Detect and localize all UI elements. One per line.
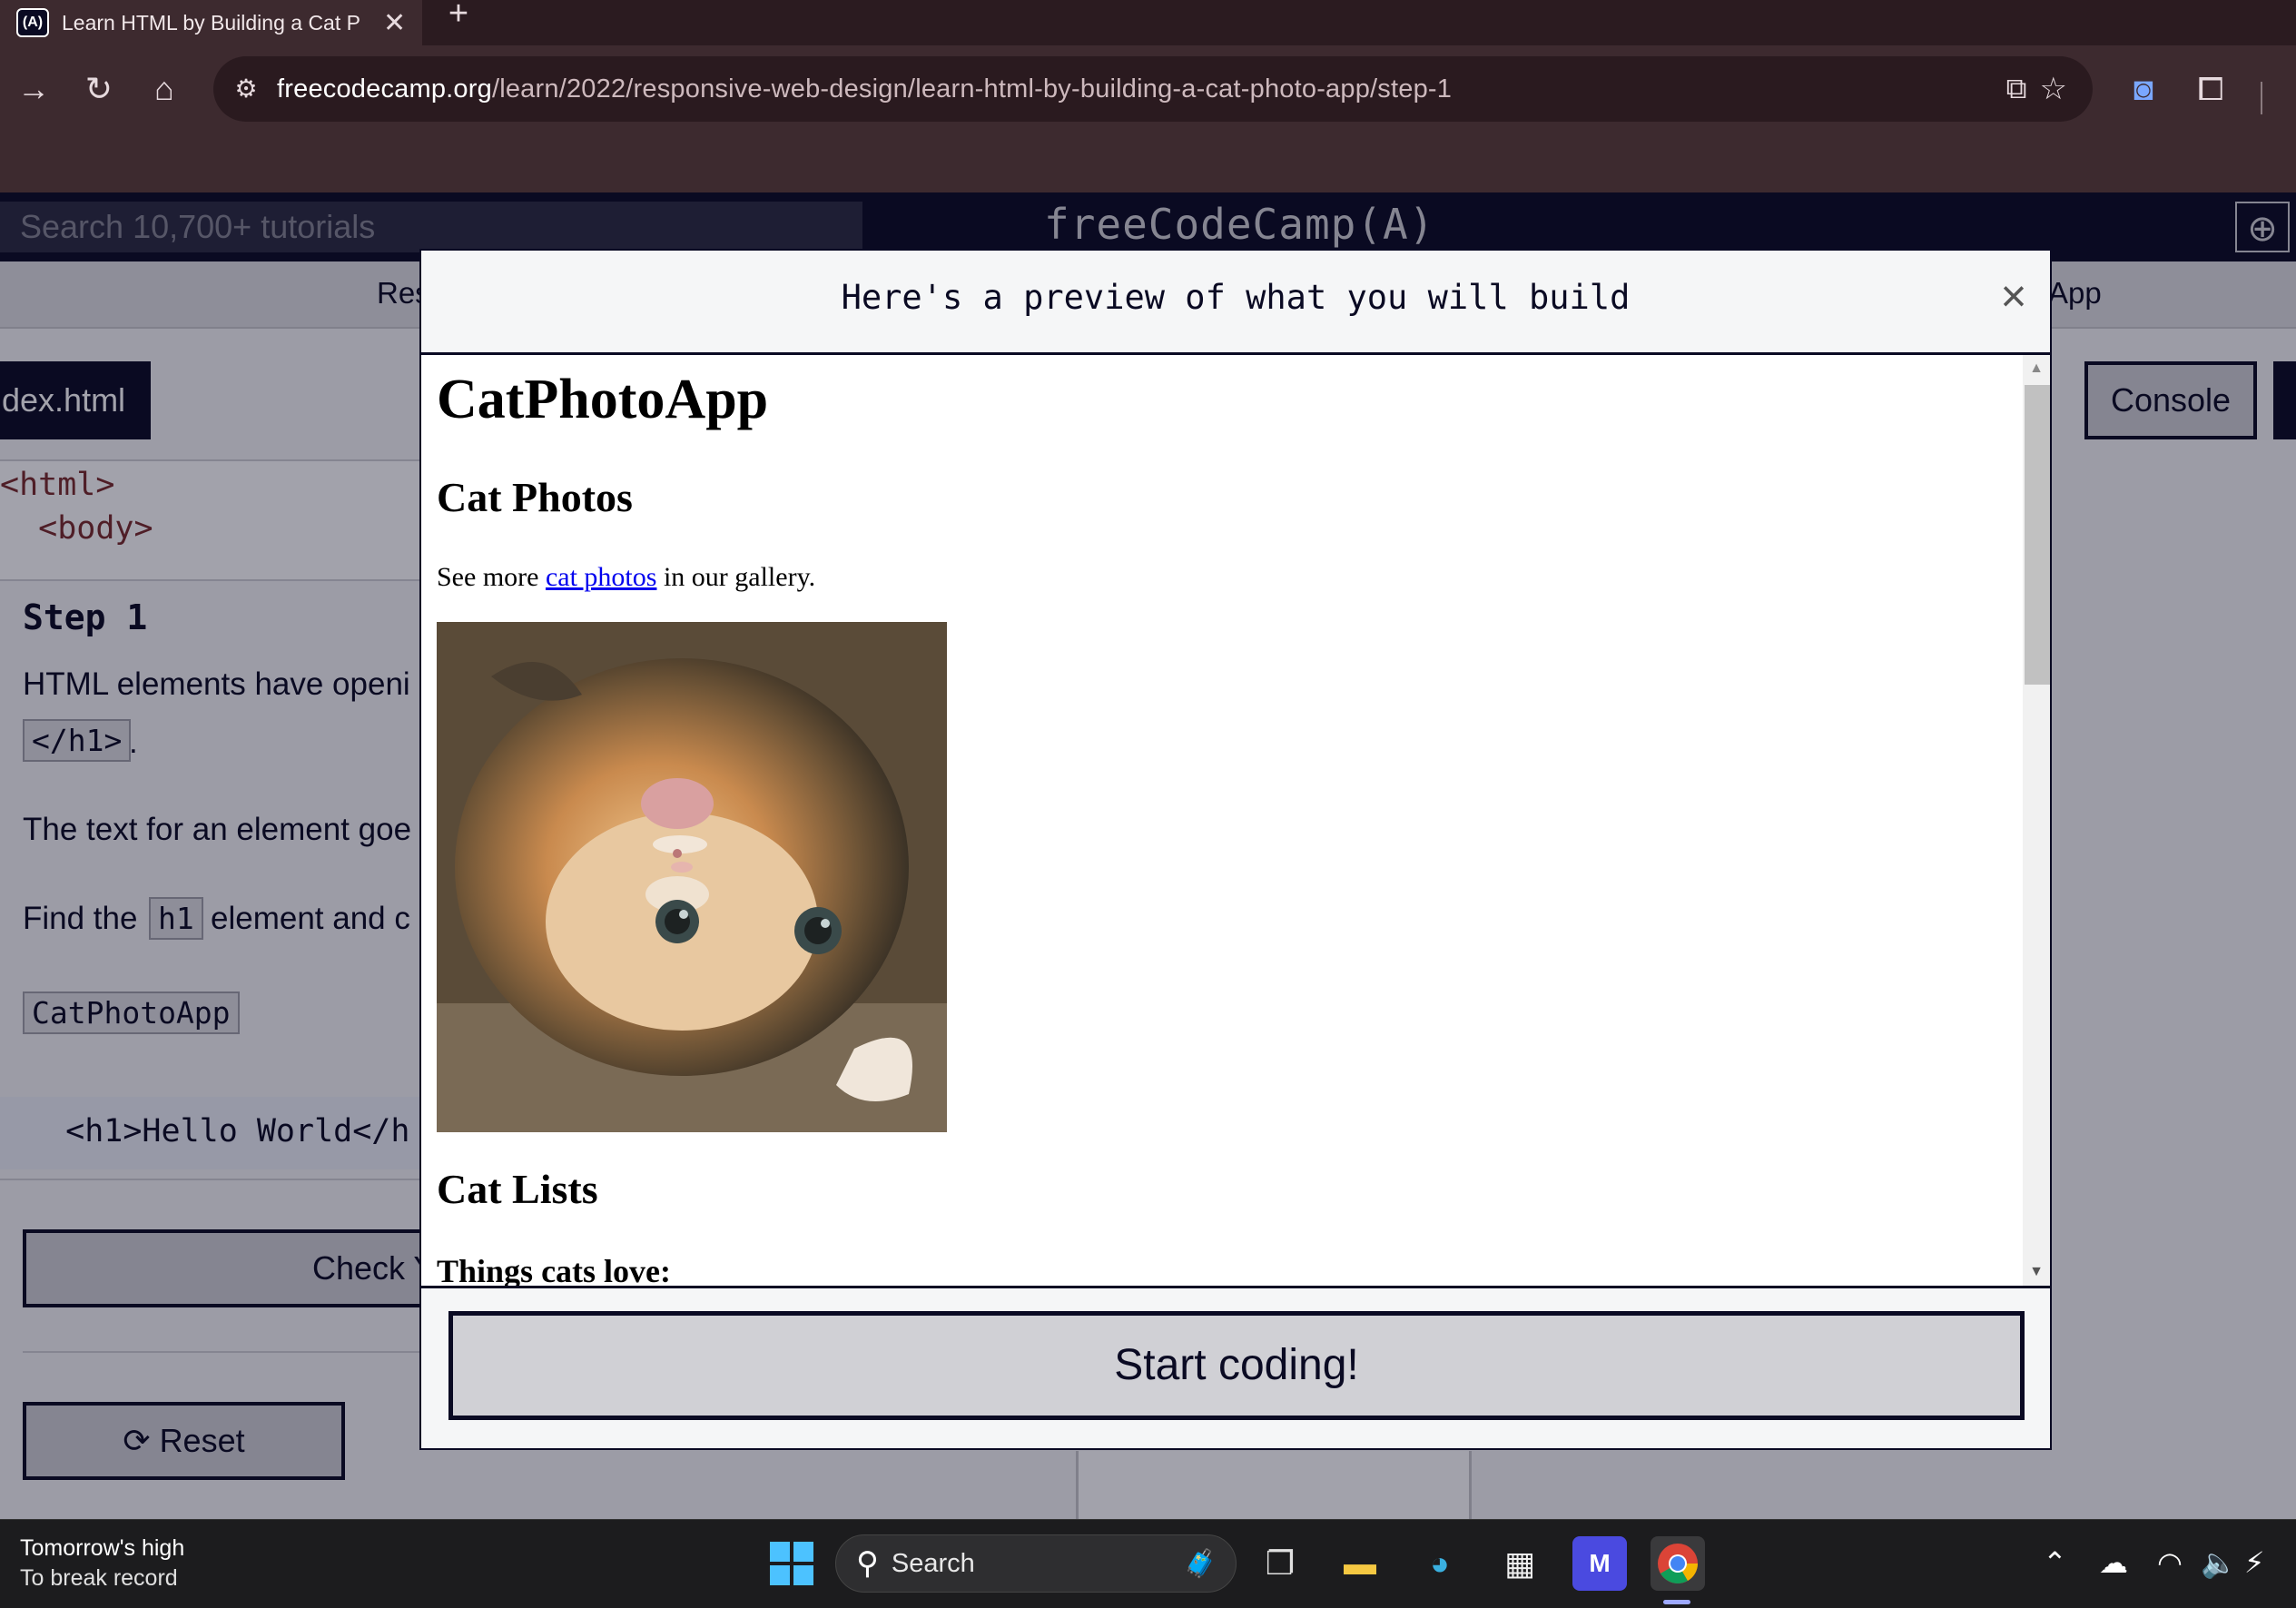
search-icon: ⚲ [856,1546,879,1581]
cat-photo-image[interactable] [437,622,947,1132]
new-tab-button[interactable]: + [440,0,477,36]
active-app-indicator [1663,1600,1690,1604]
toolbar-divider [2261,82,2262,114]
translate-icon[interactable]: ◙ [2121,66,2166,112]
preview-heading-cat-lists: Cat Lists [437,1166,598,1212]
start-coding-button[interactable]: Start coding! [448,1311,2025,1420]
preview-scrollbar[interactable]: ▲ ▼ [2023,355,2050,1286]
kitten-illustration [437,622,947,1132]
onedrive-cloud-icon[interactable]: ☁ [2099,1545,2128,1580]
edge-browser-icon[interactable]: ◕ [1413,1536,1467,1591]
taskbar-search-box[interactable]: ⚲ Search 🧳 [835,1534,1237,1593]
url-path: /learn/2022/responsive-web-design/learn-… [491,74,1453,104]
preview-heading-cat-photos: Cat Photos [437,474,633,520]
windows-start-icon[interactable] [770,1542,813,1585]
chrome-logo [1658,1544,1698,1583]
paragraph-text: in our gallery. [656,562,816,592]
wifi-icon[interactable]: ◠ [2157,1545,2183,1580]
battery-icon[interactable]: ⚡ [2244,1545,2264,1580]
browser-toolbar: → ↻ ⌂ ⚙ freecodecamp.org/learn/2022/resp… [0,45,2296,192]
modal-title: Here's a preview of what you will build [841,278,1631,317]
extensions-puzzle-icon[interactable]: ⧠ [2188,66,2233,112]
close-icon[interactable]: × [1990,272,2037,320]
weather-widget-title[interactable]: Tomorrow's high [20,1535,184,1562]
site-info-icon[interactable]: ⚙ [226,69,266,109]
file-explorer-icon[interactable]: ▬ [1333,1536,1387,1591]
install-app-icon[interactable]: ⧉ [2006,72,2027,106]
browser-tabstrip: (A) Learn HTML by Building a Cat P ✕ + [0,0,2296,45]
editor-app-icon[interactable]: M [1572,1536,1627,1591]
reload-icon[interactable]: ↻ [76,66,122,112]
scroll-up-arrow-icon[interactable]: ▲ [2023,355,2050,382]
tab-title: Learn HTML by Building a Cat P [62,10,360,35]
microsoft-store-icon[interactable]: ▦ [1493,1536,1547,1591]
tab-close-icon[interactable]: ✕ [383,7,406,39]
modal-header: Here's a preview of what you will build … [421,251,2050,355]
bookmark-star-icon[interactable]: ☆ [2040,71,2067,107]
preview-paragraph: See more cat photos in our gallery. [437,562,815,593]
preview-iframe[interactable]: CatPhotoApp Cat Photos See more cat phot… [421,355,2050,1288]
windows-taskbar: Tomorrow's high To break record ⚲ Search… [0,1519,2296,1608]
url-text[interactable]: freecodecamp.org/learn/2022/responsive-w… [277,74,1452,104]
preview-heading-things-cats-love: Things cats love: [437,1253,672,1288]
preview-content: CatPhotoApp Cat Photos See more cat phot… [437,355,2016,1286]
browser-tab-active[interactable]: (A) Learn HTML by Building a Cat P ✕ [0,0,422,45]
task-view-icon[interactable]: ❐ [1253,1536,1307,1591]
preview-heading-main: CatPhotoApp [437,369,769,430]
freecodecamp-favicon-icon: (A) [16,8,49,37]
forward-arrow-icon[interactable]: → [11,66,56,112]
url-host: freecodecamp.org [277,74,492,104]
scrollbar-thumb[interactable] [2025,385,2050,685]
search-highlight-icon: 🧳 [1183,1548,1217,1579]
chevron-up-icon[interactable]: ⌃ [2043,1545,2067,1580]
volume-icon[interactable]: 🔈 [2201,1545,2237,1580]
paragraph-text: See more [437,562,546,592]
cat-photos-link[interactable]: cat photos [546,562,656,592]
address-bar[interactable]: ⚙ freecodecamp.org/learn/2022/responsive… [213,56,2093,122]
preview-modal: Here's a preview of what you will build … [419,249,2052,1450]
home-icon[interactable]: ⌂ [142,66,187,112]
scroll-down-arrow-icon[interactable]: ▼ [2023,1258,2050,1286]
weather-widget-subtitle[interactable]: To break record [20,1565,178,1592]
taskbar-search-label: Search [891,1548,975,1578]
chrome-icon[interactable] [1651,1536,1705,1591]
